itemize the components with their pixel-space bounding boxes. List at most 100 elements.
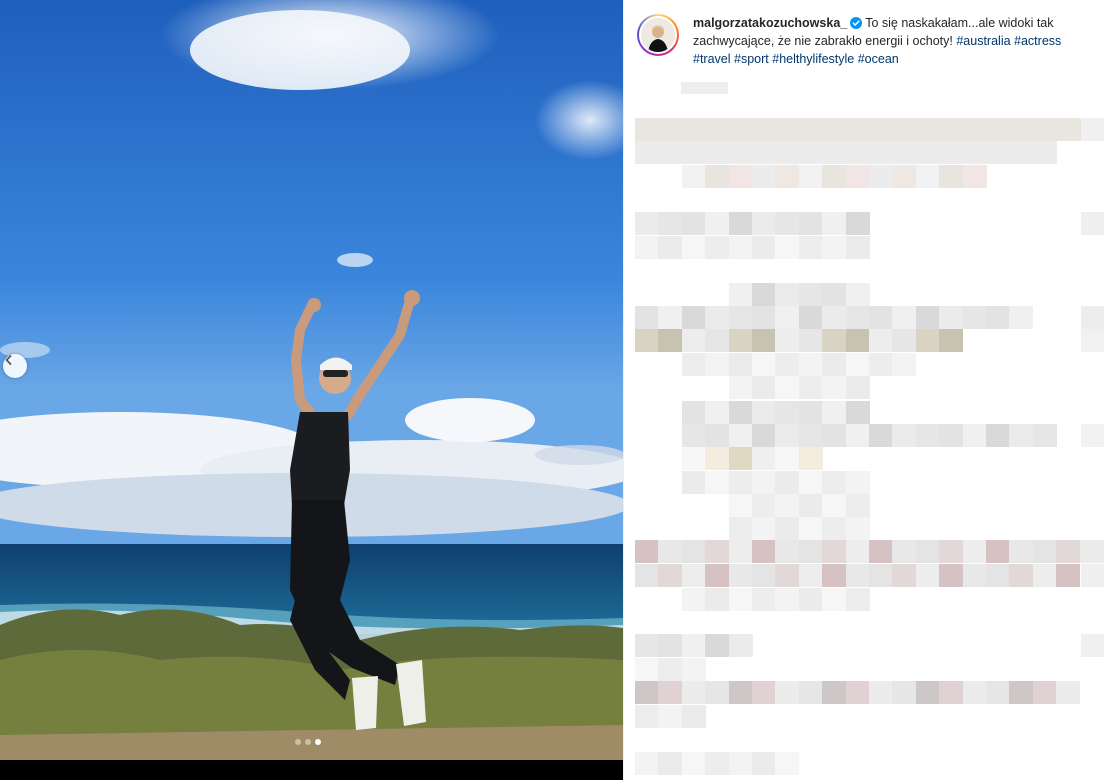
blurred-comment-tile [775,540,800,563]
blurred-comment-tile [775,236,800,259]
blurred-comment-tile [681,681,706,704]
blurred-comment-tile [658,564,683,587]
blurred-comment-tile [822,494,847,517]
blurred-comment-tile [752,517,776,540]
blurred-comment-tile [728,401,753,424]
blurred-comment-tile [775,588,800,611]
username-link[interactable]: malgorzatakozuchowska_ [693,16,847,30]
blurred-comment-tile [845,471,870,494]
avatar[interactable] [637,14,679,56]
caption-text-block: malgorzatakozuchowska_ To się naskakałam.… [693,14,1092,68]
blurred-comment-tile [752,447,776,470]
blurred-comment-tile [1081,634,1104,657]
blurred-comment-tile [775,681,800,704]
blurred-comment-tile [705,681,730,704]
blurred-comment-tile [752,283,776,306]
blurred-comment-tile [681,329,706,352]
blurred-comment-tile [635,681,659,704]
blurred-comment-tile [915,329,940,352]
blurred-comment-tile [845,212,870,235]
blurred-comment-tile [869,540,893,563]
blurred-comment-tile [962,141,987,164]
blurred-comment-tile [1056,564,1081,587]
blurred-comment-tile [1032,424,1057,447]
blurred-comment-tile [822,283,847,306]
blurred-comment-tile [1009,141,1034,164]
blurred-comment-tile [705,306,730,329]
blurred-comment-tile [705,329,730,352]
blurred-comment-tile [845,588,870,611]
carousel-dot [305,739,311,745]
blurred-comment-tile [822,681,847,704]
blurred-comment-tile [1032,540,1057,563]
blurred-comment-tile [635,329,659,352]
blurred-comment-tile [822,329,847,352]
blurred-comment-tile [752,306,776,329]
blurred-comment-tile [681,588,706,611]
blurred-comment-tile [681,236,706,259]
blurred-comment-tile [775,283,800,306]
blurred-comment-tile [939,329,964,352]
blurred-comment-tile [915,165,940,188]
blurred-comment-tile [752,424,776,447]
blurred-comment-tile [962,306,987,329]
blurred-comment-tile [845,494,870,517]
blurred-comment-tile [798,353,823,376]
blurred-comment-tile [752,329,776,352]
blurred-comment-tile [728,447,753,470]
blurred-comment-tile [752,141,776,164]
blurred-comment-tile [775,401,800,424]
blurred-comment-tile [775,471,800,494]
hashtag-link[interactable]: #australia [956,34,1010,48]
hashtag-link[interactable]: #ocean [858,52,899,66]
post-photo[interactable] [0,0,623,780]
blurred-comment-tile [939,118,964,141]
blurred-comment-tile [892,165,917,188]
blurred-comment-tile [1081,329,1104,352]
hashtag-link[interactable]: #helthylifestyle [772,52,854,66]
blurred-comment-tile [728,236,753,259]
blurred-comment-tile [845,141,870,164]
carousel-prev-button[interactable] [3,354,27,378]
blurred-comment-tile [822,401,847,424]
blurred-comment-tile [892,424,917,447]
blurred-comment-tile [939,681,964,704]
blurred-comment-tile [1009,306,1034,329]
blurred-comment-tile [939,424,964,447]
blurred-comment-tile [845,353,870,376]
blurred-comment-tile [681,447,706,470]
hashtag-link[interactable]: #travel [693,52,731,66]
blurred-comment-tile [822,424,847,447]
blurred-comment-tile [775,212,800,235]
blurred-comment-tile [798,165,823,188]
blurred-comment-tile [728,588,753,611]
blurred-comment-tile [798,212,823,235]
blurred-comment-tile [962,424,987,447]
blurred-comment-tile [939,165,964,188]
blurred-comment-tile [705,424,730,447]
blurred-comment-tile [845,118,870,141]
blurred-comment-tile [845,401,870,424]
blurred-comment-tile [1009,118,1034,141]
blurred-comment-tile [658,236,683,259]
blurred-comment-tile [798,471,823,494]
blurred-comment-tile [986,424,1010,447]
blurred-comment-tile [635,212,659,235]
blurred-comment-tile [775,517,800,540]
hashtag-link[interactable]: #sport [734,52,769,66]
carousel-dot-active [315,739,321,745]
blurred-comment-tile [869,564,893,587]
blurred-comment-tile [728,634,753,657]
blurred-comment-tile [681,424,706,447]
hashtag-link[interactable]: #actress [1014,34,1061,48]
blurred-comment-tile [705,540,730,563]
blurred-comment-tile [962,540,987,563]
blurred-comment-tile [681,705,706,728]
blurred-comment-tile [798,401,823,424]
blurred-comment-tile [845,681,870,704]
blurred-comment-tile [658,658,683,681]
blurred-comment-tile [892,306,917,329]
blurred-comment-tile [915,564,940,587]
blurred-comment-tile [798,118,823,141]
blurred-comment-tile [635,705,659,728]
